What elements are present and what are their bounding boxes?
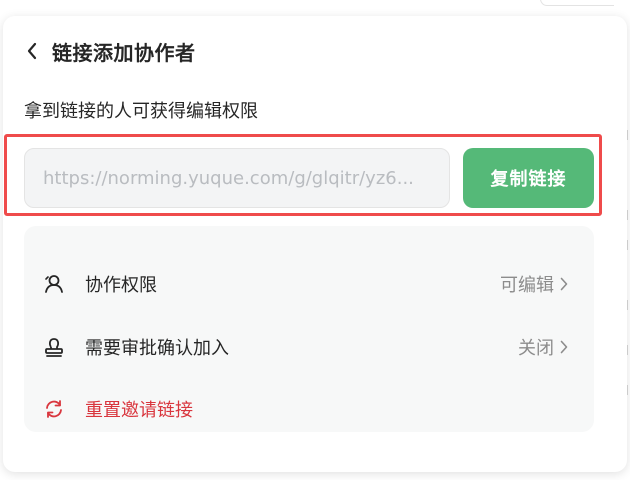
highlight-annotation	[4, 134, 602, 216]
approval-value: 关闭	[518, 338, 554, 359]
link-description: 拿到链接的人可获得编辑权限	[24, 101, 258, 122]
chevron-right-icon	[558, 339, 570, 355]
stamp-icon	[42, 335, 66, 359]
link-settings-panel: 协作权限 可编辑 需要审批确认加入 关闭 重置邀请链接	[24, 226, 594, 432]
permission-value: 可编辑	[500, 275, 554, 296]
chevron-left-icon[interactable]	[22, 41, 42, 61]
refresh-icon	[42, 397, 66, 421]
user-icon	[42, 272, 66, 296]
approval-label: 需要审批确认加入	[85, 338, 229, 359]
popover-title: 链接添加协作者	[52, 40, 196, 65]
permission-row[interactable]: 协作权限 可编辑	[24, 264, 594, 304]
chevron-right-icon	[558, 276, 570, 292]
popover-header: 链接添加协作者	[22, 38, 196, 65]
permission-label: 协作权限	[85, 275, 157, 296]
approval-row[interactable]: 需要审批确认加入 关闭	[24, 327, 594, 367]
reset-link-label: 重置邀请链接	[85, 400, 193, 421]
reset-link-row[interactable]: 重置邀请链接	[24, 389, 594, 429]
